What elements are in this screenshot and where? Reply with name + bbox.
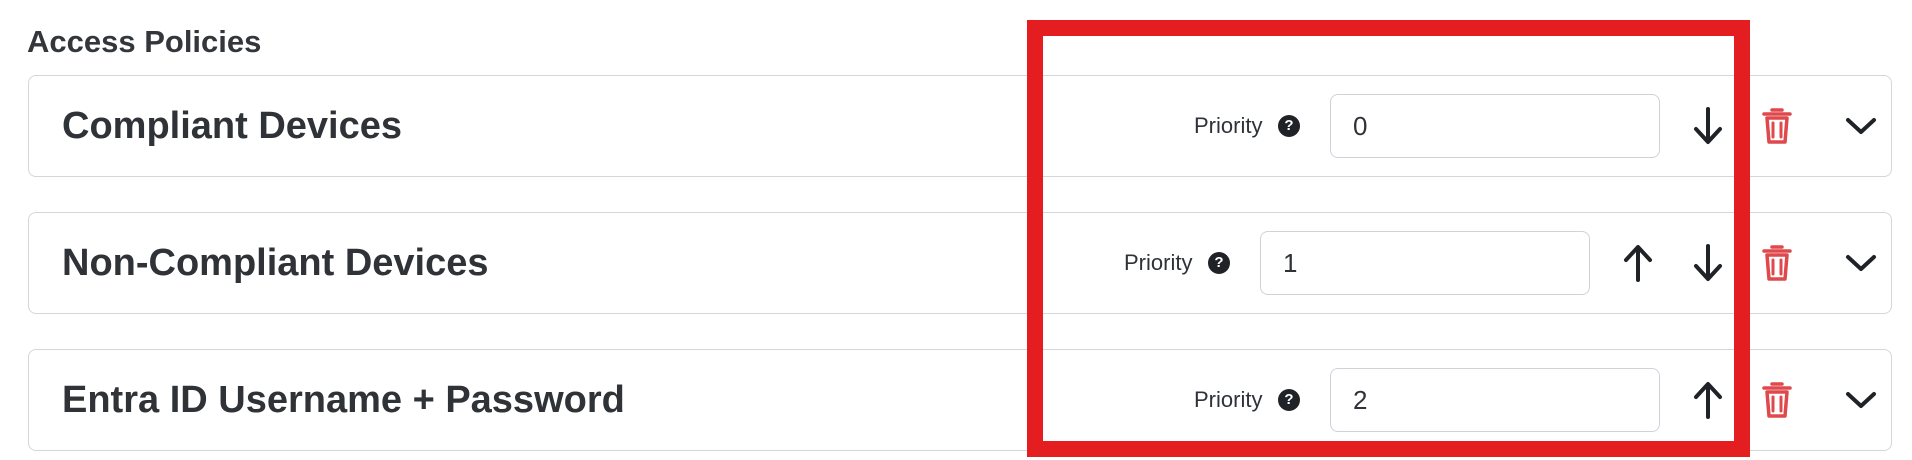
help-icon[interactable]: ?	[1278, 389, 1300, 411]
move-up-button[interactable]	[1614, 239, 1662, 287]
trash-icon	[1762, 245, 1792, 281]
policy-card-non-compliant-devices: Non-Compliant Devices Priority ?	[28, 212, 1892, 314]
help-icon[interactable]: ?	[1278, 115, 1300, 137]
move-up-button[interactable]	[1684, 376, 1732, 424]
policy-card-entra-id-username-password: Entra ID Username + Password Priority ?	[28, 349, 1892, 451]
chevron-down-icon	[1846, 392, 1876, 408]
move-down-button[interactable]	[1684, 102, 1732, 150]
expand-button[interactable]	[1839, 104, 1883, 148]
policy-name: Compliant Devices	[62, 105, 402, 147]
delete-button[interactable]	[1757, 240, 1797, 286]
expand-button[interactable]	[1839, 241, 1883, 285]
trash-icon	[1762, 382, 1792, 418]
section-title: Access Policies	[27, 24, 262, 59]
help-icon[interactable]: ?	[1208, 252, 1230, 274]
arrow-up-icon	[1694, 382, 1722, 419]
delete-button[interactable]	[1757, 103, 1797, 149]
arrow-up-icon	[1624, 245, 1652, 282]
priority-input[interactable]	[1330, 368, 1660, 432]
arrow-down-icon	[1694, 244, 1722, 281]
policy-card-compliant-devices: Compliant Devices Priority ?	[28, 75, 1892, 177]
policy-name: Non-Compliant Devices	[62, 242, 489, 284]
priority-input[interactable]	[1330, 94, 1660, 158]
chevron-down-icon	[1846, 255, 1876, 271]
priority-label: Priority	[1124, 250, 1193, 275]
trash-icon	[1762, 108, 1792, 144]
policy-name: Entra ID Username + Password	[62, 379, 625, 421]
priority-input[interactable]	[1260, 231, 1590, 295]
priority-label: Priority	[1194, 113, 1263, 138]
move-down-button[interactable]	[1684, 239, 1732, 287]
chevron-down-icon	[1846, 118, 1876, 134]
expand-button[interactable]	[1839, 378, 1883, 422]
priority-label: Priority	[1194, 387, 1263, 412]
delete-button[interactable]	[1757, 377, 1797, 423]
arrow-down-icon	[1694, 107, 1722, 144]
